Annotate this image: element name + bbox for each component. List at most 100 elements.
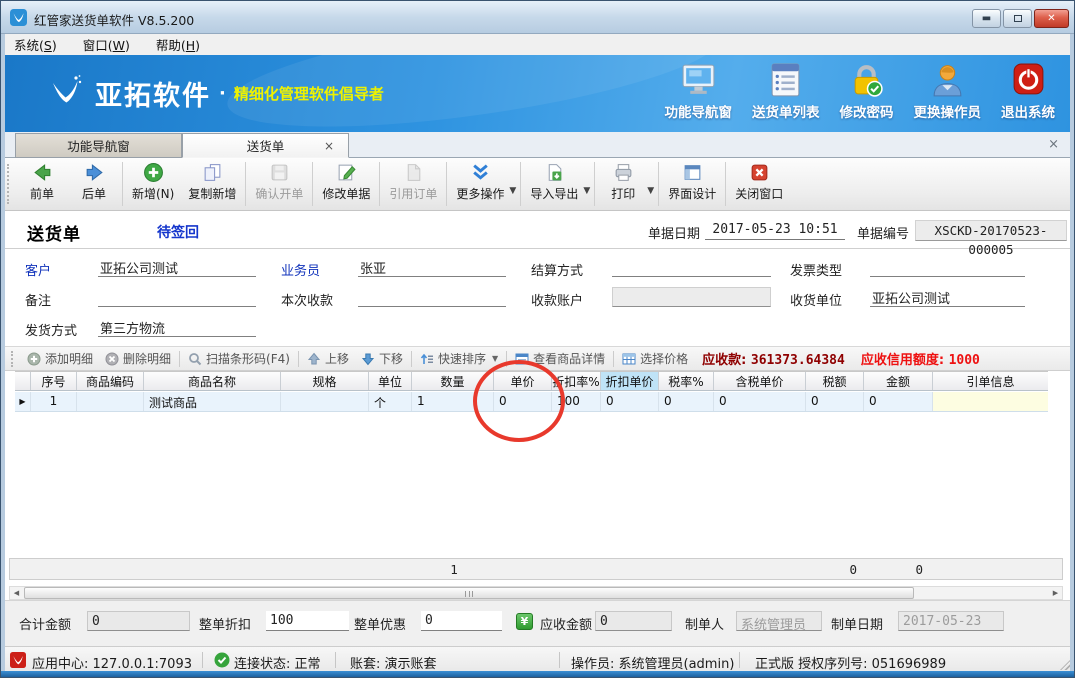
close-button[interactable]: ✕ [1034, 9, 1069, 28]
cell-unit[interactable]: 个 [369, 392, 412, 411]
brand-dot: · [219, 83, 226, 104]
receiver-field[interactable]: 亚拓公司测试 [870, 287, 1025, 307]
row-indicator-header [15, 372, 31, 390]
next-order-button[interactable]: 后单 [68, 158, 120, 210]
scrollbar-thumb[interactable] [24, 587, 914, 599]
receivable-amount-field[interactable]: 0 [595, 611, 672, 631]
cell-seq[interactable]: 1 [31, 392, 77, 411]
col-header-code[interactable]: 商品编码 [77, 372, 144, 390]
import-export-button[interactable]: 导入导出 [523, 158, 585, 210]
banner-button-switch-operator[interactable]: 更换操作员 [914, 63, 982, 121]
col-header-tax[interactable]: 税额 [806, 372, 864, 390]
resize-grip[interactable] [1060, 660, 1070, 670]
print-button[interactable]: 打印 [597, 158, 649, 210]
invoice-field[interactable] [870, 257, 1025, 277]
select-price-button[interactable]: 选择价格 [616, 350, 694, 367]
more-actions-button[interactable]: 更多操作 [449, 158, 511, 210]
settle-field[interactable] [612, 257, 771, 277]
menu-system[interactable]: 系统(S) [14, 35, 57, 54]
menu-window[interactable]: 窗口(W) [83, 35, 130, 54]
whole-preference-field[interactable]: 0 [421, 611, 502, 631]
footer-panel: 合计金额 0 整单折扣 100 整单优惠 0 ¥ 应收金额 0 制单人 系统管理… [5, 600, 1071, 646]
tab-strip: 功能导航窗 送货单 × × [5, 132, 1071, 158]
col-header-ref-info[interactable]: 引单信息 [933, 372, 1048, 390]
col-header-amount[interactable]: 金额 [864, 372, 933, 390]
tab-delivery-order[interactable]: 送货单 × [182, 133, 349, 158]
confirm-order-button[interactable]: 确认开单 [248, 158, 310, 210]
account-field[interactable] [612, 287, 771, 307]
total-amount-field[interactable]: 0 [87, 611, 190, 631]
quick-sort-button[interactable]: 快速排序 ▼ [414, 350, 504, 367]
cell-tax[interactable]: 0 [806, 392, 864, 411]
quick-sort-dropdown-icon[interactable]: ▼ [492, 354, 498, 363]
banner-button-delivery-list[interactable]: 送货单列表 [752, 63, 820, 121]
col-header-spec[interactable]: 规格 [281, 372, 369, 390]
modify-order-button[interactable]: 修改单据 [315, 158, 377, 210]
annotation-circle [473, 360, 565, 442]
tab-nav-window[interactable]: 功能导航窗 [15, 133, 182, 158]
banner-button-change-password[interactable]: 修改密码 [840, 63, 894, 121]
col-header-name[interactable]: 商品名称 [144, 372, 281, 390]
scroll-left-arrow-icon[interactable]: ◀ [10, 587, 23, 599]
toolbar-grip [7, 164, 14, 204]
col-header-tax-rate[interactable]: 税率% [659, 372, 714, 390]
row-indicator: ▶ [15, 392, 31, 411]
remark-field[interactable] [98, 287, 256, 307]
quote-order-button[interactable]: 引用订单 [382, 158, 444, 210]
add-detail-button[interactable]: 添加明细 [21, 350, 99, 367]
layout-icon [682, 162, 703, 183]
app-window: 红管家送货单软件 V8.5.200 ▬ ✕ 系统(S) 窗口(W) 帮助(H) … [0, 0, 1075, 678]
delete-detail-button[interactable]: 删除明细 [99, 350, 177, 367]
app-logo-red-icon [10, 652, 26, 668]
doc-date-field[interactable]: 2017-05-23 10:51 [705, 222, 845, 240]
tabstrip-close-icon[interactable]: × [1048, 137, 1059, 152]
scan-barcode-button[interactable]: 扫描条形码(F4) [182, 350, 296, 367]
summary-tax: 0 [807, 562, 857, 577]
ui-design-button[interactable]: 界面设计 [661, 158, 723, 210]
payment-label: 本次收款 [281, 290, 333, 309]
status-bar: 应用中心: 127.0.0.1:7093 连接状态: 正常 账套: 演示账套 操… [2, 646, 1073, 673]
new-button[interactable]: 新增(N) [125, 158, 181, 210]
tab-close-icon[interactable]: × [324, 139, 334, 153]
customer-field[interactable]: 亚拓公司测试 [98, 257, 256, 277]
connection-status: 连接状态: 正常 [234, 653, 321, 672]
banner-button-nav-window[interactable]: 功能导航窗 [665, 63, 733, 121]
col-header-seq[interactable]: 序号 [31, 372, 77, 390]
banner-button-exit-system[interactable]: 退出系统 [1001, 63, 1055, 121]
copy-new-button[interactable]: 复制新增 [181, 158, 243, 210]
menu-help[interactable]: 帮助(H) [156, 35, 200, 54]
cell-amount[interactable]: 0 [864, 392, 933, 411]
check-circle-icon [214, 652, 230, 668]
move-down-button[interactable]: 下移 [355, 350, 409, 367]
price-table-icon [622, 352, 636, 366]
ship-method-label: 发货方式 [25, 320, 77, 339]
restore-button[interactable] [1003, 9, 1032, 28]
col-header-discount-price[interactable]: 折扣单价 [601, 372, 659, 390]
cell-code[interactable] [77, 392, 144, 411]
move-up-button[interactable]: 上移 [301, 350, 355, 367]
import-export-icon [544, 162, 565, 183]
cell-tax-price[interactable]: 0 [714, 392, 806, 411]
col-header-unit[interactable]: 单位 [369, 372, 412, 390]
horizontal-scrollbar[interactable]: ◀ ▶ [9, 586, 1063, 600]
col-header-tax-price[interactable]: 含税单价 [714, 372, 806, 390]
payment-field[interactable] [358, 287, 506, 307]
brand-name: 亚拓软件 [95, 74, 211, 113]
doc-no-field: XSCKD-20170523-000005 [915, 220, 1067, 241]
save-icon [269, 162, 290, 183]
scroll-right-arrow-icon[interactable]: ▶ [1049, 587, 1062, 599]
license-status: 正式版 授权序列号: 051696989 [755, 653, 946, 672]
cell-name[interactable]: 测试商品 [144, 392, 281, 411]
salesman-field[interactable]: 张亚 [358, 257, 506, 277]
cell-discount-price[interactable]: 0 [601, 392, 659, 411]
cell-spec[interactable] [281, 392, 369, 411]
plus-circle-icon [143, 162, 164, 183]
cell-tax-rate[interactable]: 0 [659, 392, 714, 411]
ship-method-field[interactable]: 第三方物流 [98, 317, 256, 337]
arrow-right-icon [84, 162, 105, 183]
whole-discount-field[interactable]: 100 [266, 611, 349, 631]
minimize-button[interactable]: ▬ [972, 9, 1001, 28]
prev-order-button[interactable]: 前单 [16, 158, 68, 210]
cell-ref-info[interactable] [933, 392, 1048, 411]
close-window-button[interactable]: 关闭窗口 [728, 158, 790, 210]
